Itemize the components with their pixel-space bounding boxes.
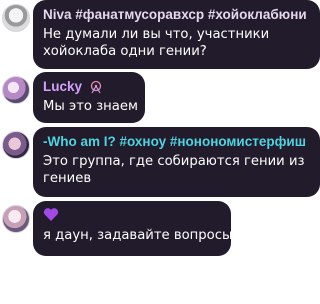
- message-text: Это группа, где собираются гении из гени…: [43, 154, 305, 186]
- message-text: я даун, задавайте вопросы?: [43, 228, 240, 243]
- author-name[interactable]: Niva #фанатмусоравхср #хойоклабюни: [43, 6, 310, 23]
- message-bubble[interactable]: Niva #фанатмусоравхср #хойоклабюни Не ду…: [33, 0, 320, 69]
- avatar[interactable]: [2, 76, 30, 104]
- message-row-3: -Who am I? #охноу #нонономистерфиш Это г…: [0, 127, 320, 199]
- avatar[interactable]: [2, 4, 30, 32]
- author-name[interactable]: -Who am I? #охноу #нонономистерфиш: [43, 133, 310, 150]
- avatar[interactable]: [2, 205, 30, 233]
- message-bubble[interactable]: -Who am I? #охноу #нонономистерфиш Это г…: [33, 127, 320, 197]
- message-bubble[interactable]: я даун, задавайте вопросы?: [33, 201, 240, 256]
- avatar[interactable]: [2, 131, 30, 159]
- author-name[interactable]: Lucky: [43, 78, 135, 95]
- purple-heart-icon: [43, 208, 59, 221]
- message-text: Мы это знаем: [43, 99, 138, 114]
- message-bubble[interactable]: Lucky Мы это знаем: [33, 72, 145, 123]
- message-row-4: я даун, задавайте вопросы?: [0, 201, 320, 257]
- author-name[interactable]: [43, 207, 221, 224]
- ferris-wheel-icon: [90, 80, 101, 94]
- message-row-2: Lucky Мы это знаем: [0, 72, 320, 125]
- message-row-1: Niva #фанатмусоравхср #хойоклабюни Не ду…: [0, 0, 320, 70]
- message-text: Не думали ли вы что, участники хойоклаба…: [43, 27, 270, 59]
